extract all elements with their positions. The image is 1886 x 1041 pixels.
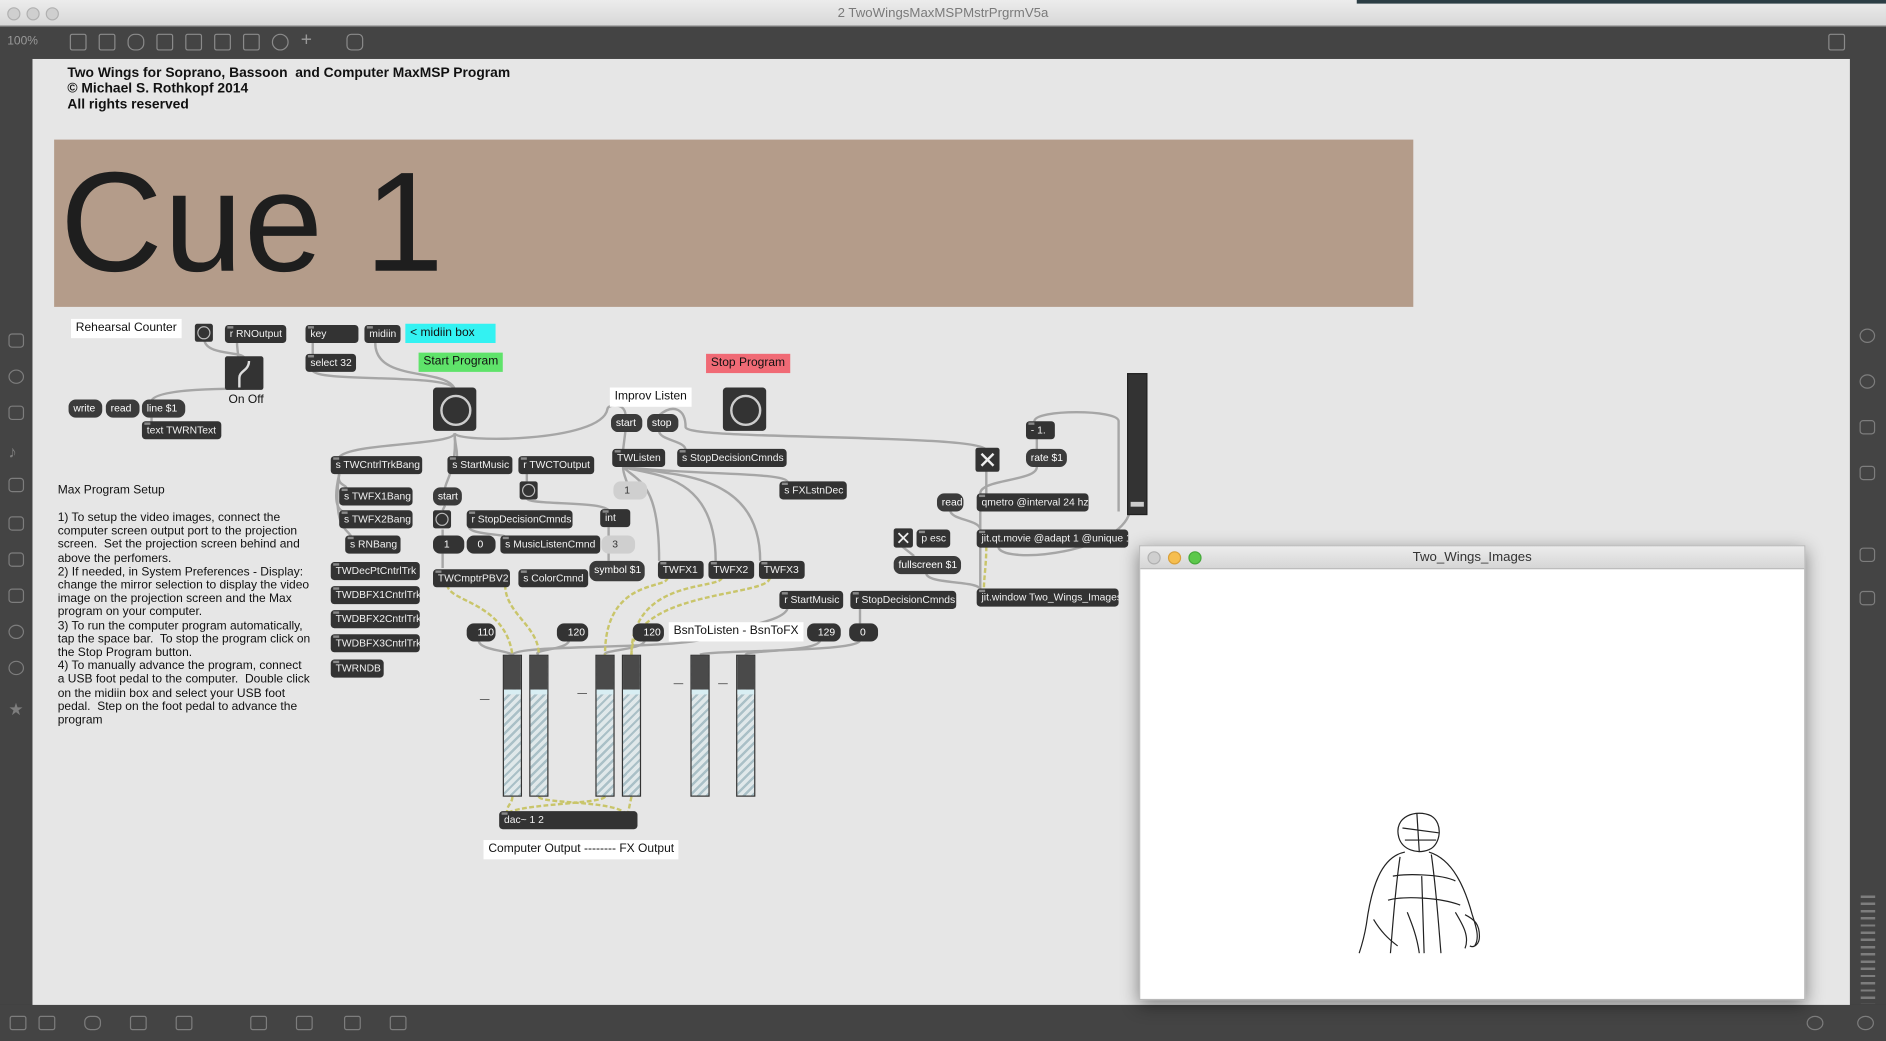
number-box-0[interactable]: 0 <box>849 623 879 642</box>
gain-slider-5[interactable] <box>690 654 710 797</box>
gain-label-4: — <box>718 677 728 689</box>
rate-message[interactable]: rate $1 <box>1025 448 1067 467</box>
fullscreen-toggle[interactable] <box>893 528 913 548</box>
stop-program-bang[interactable] <box>722 387 767 431</box>
s-colorcmnd-object[interactable]: s ColorCmnd <box>518 569 589 588</box>
midiin-object[interactable]: midiin <box>364 324 401 343</box>
minus-one-object[interactable]: - 1. <box>1025 421 1055 440</box>
start-bang[interactable] <box>433 510 452 529</box>
symbol-message[interactable]: symbol $1 <box>589 560 645 582</box>
jitter-window-title-bar: Two_Wings_Images <box>1140 546 1805 570</box>
improv-start-message[interactable]: start <box>611 414 643 433</box>
s-twcntrltrkbang-object[interactable]: s TWCntrlTrkBang <box>330 456 423 475</box>
p-esc-object[interactable]: p esc <box>916 529 951 548</box>
twrndb-object[interactable]: TWRNDB <box>330 659 384 678</box>
select-32-object[interactable]: select 32 <box>305 353 357 372</box>
s-stopdecisioncmnds-object[interactable]: s StopDecisionCmnds <box>677 448 787 467</box>
jitter-output-window: Two_Wings_Images <box>1139 545 1806 1001</box>
gain-slider-1[interactable] <box>502 654 523 797</box>
on-off-switch[interactable] <box>224 356 264 390</box>
s-musiclistencmnd-object[interactable]: s MusicListenCmnd <box>500 535 601 554</box>
line-message[interactable]: line $1 <box>141 399 186 418</box>
computer-output-label: Computer Output -------- FX Output <box>483 840 679 860</box>
twct-output-bang[interactable] <box>519 481 538 500</box>
gain-slider-3[interactable] <box>595 654 615 797</box>
twfx1-object[interactable]: TWFX1 <box>657 560 704 579</box>
improv-stop-message[interactable]: stop <box>647 414 679 433</box>
patch-title: Two Wings for Soprano, Bassoon and Compu… <box>67 66 511 112</box>
s-fxlstndec-object[interactable]: s FXLstnDec <box>779 481 847 500</box>
number-box-zero[interactable]: 0 <box>466 535 496 554</box>
text-twrntext-object[interactable]: text TWRNText <box>141 421 222 440</box>
gain-slider-6[interactable] <box>736 654 756 797</box>
key-object[interactable]: key <box>305 324 359 343</box>
twlisten-object[interactable]: TWListen <box>612 448 666 467</box>
rate-slider[interactable] <box>1127 373 1148 516</box>
twfx3-object[interactable]: TWFX3 <box>758 560 805 579</box>
r-startmusic-object[interactable]: r StartMusic <box>779 590 844 609</box>
number-box-one[interactable]: 1 <box>433 535 465 554</box>
gain-label-1: — <box>479 693 490 705</box>
r-twctoutput-object[interactable]: r TWCTOutput <box>518 456 595 475</box>
setup-instructions: 1) To setup the video images, connect th… <box>57 511 311 727</box>
setup-title: Max Program Setup <box>57 483 165 498</box>
read-message[interactable]: read <box>105 399 140 418</box>
sketch-figure-image <box>1358 812 1481 954</box>
jitter-window-title: Two_Wings_Images <box>1412 549 1532 565</box>
int-object[interactable]: int <box>600 509 631 528</box>
dac-object[interactable]: dac~ 1 2 <box>499 811 638 830</box>
twfx2-object[interactable]: TWFX2 <box>708 560 755 579</box>
cue-label: Cue 1 <box>60 143 445 303</box>
r-stopdecisioncmnds-object[interactable]: r StopDecisionCmnds <box>466 510 573 529</box>
number-box-int-input[interactable]: 1 <box>613 481 648 500</box>
r-stopdecisioncmnds-object-2[interactable]: r StopDecisionCmnds <box>850 590 957 609</box>
start-message[interactable]: start <box>433 487 462 506</box>
twdecptcntrltrk-object[interactable]: TWDecPtCntrlTrk <box>330 562 420 581</box>
improv-listen-label: Improv Listen <box>609 387 692 407</box>
number-box-120-a[interactable]: 120 <box>556 623 589 642</box>
jit-window-object[interactable]: jit.window Two_Wings_Images <box>976 588 1119 607</box>
jit-qt-movie-object[interactable]: jit.qt.movie @adapt 1 @unique 1 <box>976 529 1129 548</box>
start-program-label: Start Program <box>418 352 504 372</box>
fullscreen-message[interactable]: fullscreen $1 <box>893 556 962 575</box>
twcmptrpbv2-object[interactable]: TWCmptrPBV2 <box>433 569 510 588</box>
write-message[interactable]: write <box>68 399 103 418</box>
s-twfx1bang-object[interactable]: s TWFX1Bang <box>339 487 413 506</box>
number-box-129[interactable]: 129 <box>807 623 841 642</box>
rehearsal-counter-label: Rehearsal Counter <box>70 318 182 339</box>
start-program-bang[interactable] <box>433 387 477 431</box>
number-box-110[interactable]: 110 <box>466 623 496 642</box>
gain-slider-2[interactable] <box>529 654 549 797</box>
s-startmusic-object[interactable]: s StartMusic <box>447 456 513 475</box>
twdbfx2cntrltrk-object[interactable]: TWDBFX2CntrlTrk <box>330 610 420 629</box>
on-off-label: On Off <box>228 393 264 407</box>
r-rnoutput-object[interactable]: r RNOutput <box>224 324 287 343</box>
s-rnbang-object[interactable]: s RNBang <box>345 535 401 554</box>
read-movie-message[interactable]: read <box>936 493 964 512</box>
gain-label-2: — <box>577 687 587 699</box>
twdbfx1cntrltrk-object[interactable]: TWDBFX1CntrlTrk <box>330 586 420 605</box>
number-box-three[interactable]: 3 <box>601 535 636 554</box>
number-box-120-b[interactable]: 120 <box>632 623 664 642</box>
movie-toggle[interactable] <box>975 447 1000 472</box>
rehearsal-bang[interactable] <box>194 323 213 342</box>
s-twfx2bang-object[interactable]: s TWFX2Bang <box>339 510 413 529</box>
bsn-to-listen-label: BsnToListen - BsnToFX <box>668 622 804 642</box>
stop-program-label: Stop Program <box>706 353 790 374</box>
twdbfx3cntrltrk-object[interactable]: TWDBFX3CntrlTrk <box>330 634 420 653</box>
midiin-box-label: < midiin box <box>405 323 496 343</box>
gain-slider-4[interactable] <box>621 654 642 797</box>
gain-label-3: — <box>673 677 684 689</box>
qmetro-object[interactable]: qmetro @interval 24 hz <box>976 493 1089 512</box>
